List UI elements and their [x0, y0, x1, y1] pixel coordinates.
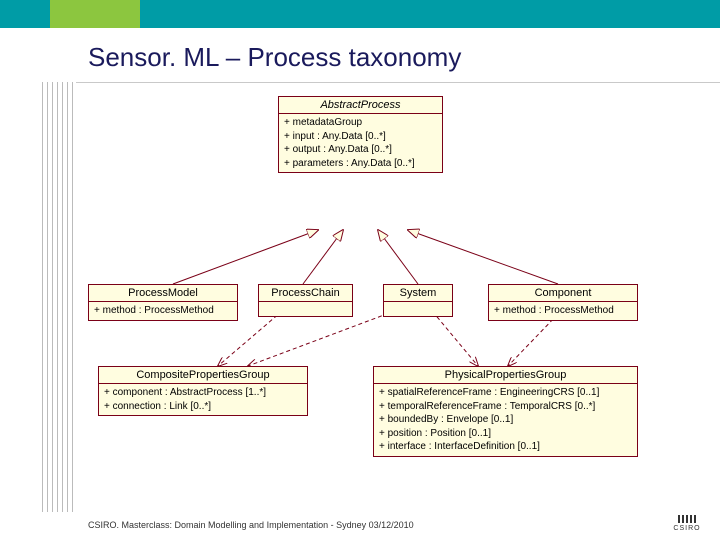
class-attr: + metadataGroup: [284, 116, 437, 130]
class-process-model: ProcessModel + method : ProcessMethod: [88, 284, 238, 321]
class-name: System: [384, 285, 452, 302]
class-name: ProcessChain: [259, 285, 352, 302]
class-name: ProcessModel: [89, 285, 237, 302]
class-component: Component + method : ProcessMethod: [488, 284, 638, 321]
class-attr: + interface : InterfaceDefinition [0..1]: [379, 440, 632, 454]
logo-text: CSIRO: [673, 525, 700, 532]
class-name: AbstractProcess: [279, 97, 442, 114]
class-name: CompositePropertiesGroup: [99, 367, 307, 384]
class-process-chain: ProcessChain: [258, 284, 353, 317]
logo-icon: [678, 515, 696, 523]
class-attr: + spatialReferenceFrame : EngineeringCRS…: [379, 386, 632, 400]
class-attr: + parameters : Any.Data [0..*]: [284, 157, 437, 171]
class-name: PhysicalPropertiesGroup: [374, 367, 637, 384]
class-abstract-process: AbstractProcess + metadataGroup + input …: [278, 96, 443, 173]
class-system: System: [383, 284, 453, 317]
class-attr: + input : Any.Data [0..*]: [284, 130, 437, 144]
page-title: Sensor. ML – Process taxonomy: [88, 42, 461, 73]
footer-text: CSIRO. Masterclass: Domain Modelling and…: [88, 520, 414, 530]
class-composite-properties-group: CompositePropertiesGroup + component : A…: [98, 366, 308, 416]
class-attr: + component : AbstractProcess [1..*]: [104, 386, 302, 400]
class-attr: + output : Any.Data [0..*]: [284, 143, 437, 157]
class-attr: + position : Position [0..1]: [379, 427, 632, 441]
title-band: Sensor. ML – Process taxonomy: [0, 28, 720, 86]
class-attr: + method : ProcessMethod: [494, 304, 632, 318]
class-attr: + connection : Link [0..*]: [104, 400, 302, 414]
csiro-logo: CSIRO: [670, 504, 704, 532]
class-attr: + temporalReferenceFrame : TemporalCRS […: [379, 400, 632, 414]
side-rule: [42, 82, 76, 512]
class-attr: + method : ProcessMethod: [94, 304, 232, 318]
class-attr: + boundedBy : Envelope [0..1]: [379, 413, 632, 427]
divider: [76, 82, 720, 83]
uml-diagram: AbstractFeature + name : string + descri…: [88, 96, 678, 496]
header-accent: [50, 0, 140, 28]
class-physical-properties-group: PhysicalPropertiesGroup + spatialReferen…: [373, 366, 638, 457]
class-name: Component: [489, 285, 637, 302]
